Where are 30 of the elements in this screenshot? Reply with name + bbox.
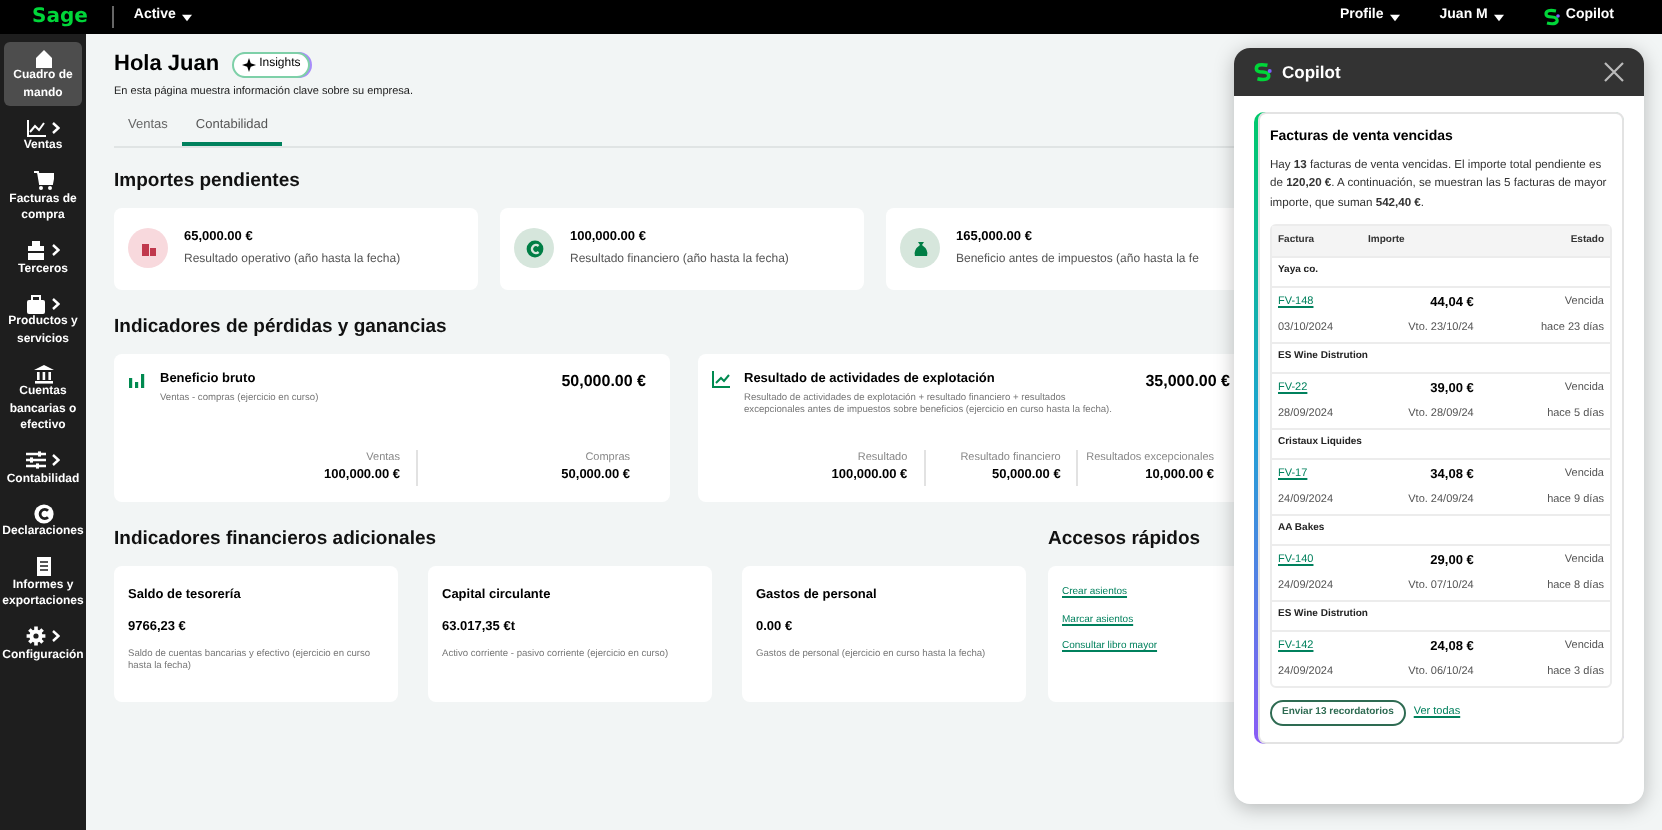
page-title: Hola Juan: [114, 50, 220, 80]
sidebar-icon: [26, 240, 46, 260]
copilot-logo-icon: [1543, 8, 1560, 26]
sidebar-icon: [33, 556, 53, 576]
sidebar-icon: [33, 47, 53, 67]
logo: Sage: [32, 4, 88, 32]
sidebar-icon: [33, 363, 53, 383]
caret-icon: [181, 13, 192, 21]
caret-icon: [1389, 13, 1400, 21]
section-title: Indicadores financieros adicionales: [114, 526, 439, 554]
copilot-logo-icon: [1254, 62, 1272, 82]
panel-title: Copilot: [1282, 59, 1341, 85]
sidebar-icon: [26, 293, 46, 313]
sidebar-icon: [26, 626, 46, 646]
section-title: Accesos rápidos: [1048, 526, 1203, 554]
sidebar-icon: [33, 503, 53, 523]
sparkle-icon: [241, 57, 256, 72]
sidebar-icon: [26, 117, 46, 137]
summary-icon: [523, 237, 545, 260]
section-title: Indicadores de pérdidas y ganancias: [114, 313, 449, 342]
chart-icon: [128, 370, 148, 390]
section-title: Importes pendientes: [114, 167, 302, 195]
caret-icon: [1493, 13, 1504, 21]
close-icon: [1604, 62, 1624, 82]
chart-icon: [712, 370, 732, 390]
sidebar-icon: [33, 170, 53, 190]
summary-icon: [909, 237, 931, 260]
card-value: 35,000.00 €: [1145, 370, 1230, 394]
card-value: 50,000.00 €: [561, 370, 646, 394]
sidebar-icon: [26, 450, 46, 470]
